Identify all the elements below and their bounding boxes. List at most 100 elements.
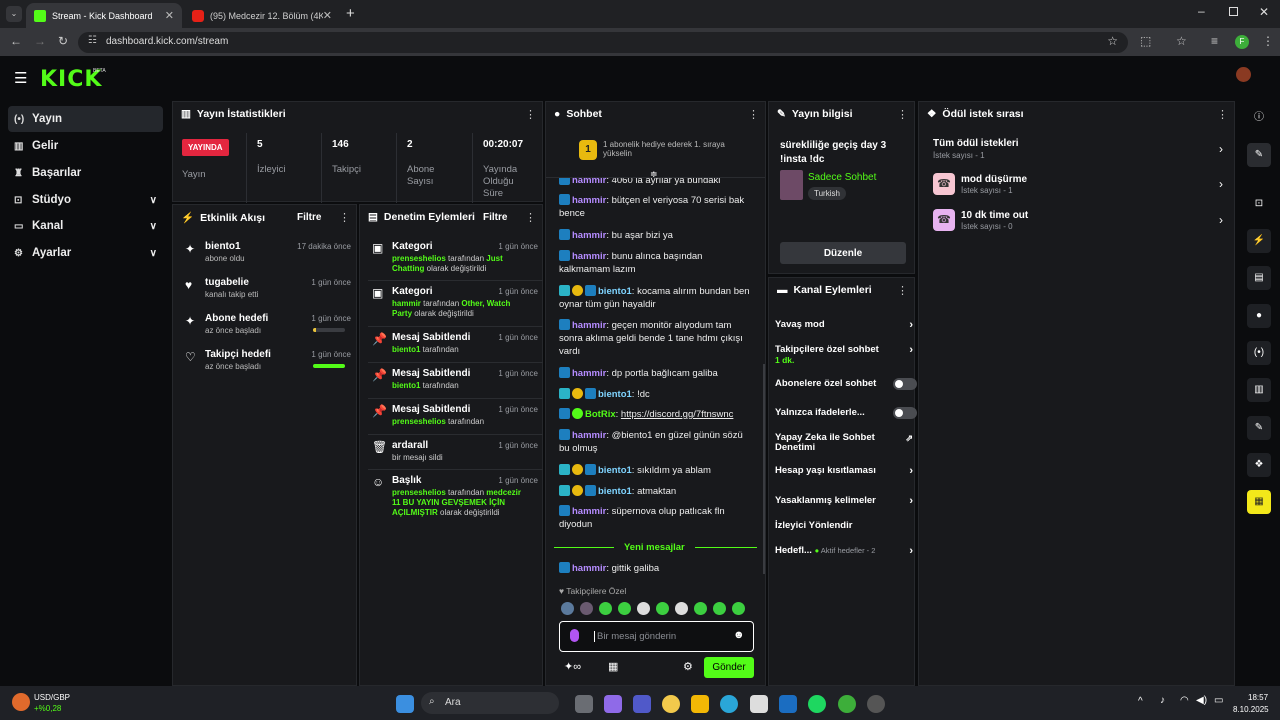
broadcast-icon[interactable]: (•) [1247, 341, 1271, 365]
chat-icon[interactable]: ● [1247, 304, 1271, 328]
chat-message[interactable]: biento1: sıkıldım ya ablam [559, 464, 754, 477]
category-thumbnail[interactable] [780, 170, 803, 200]
emote-icon[interactable] [599, 602, 612, 615]
activity-item[interactable]: ✦ biento1 abone oldu 17 dakika önce [181, 241, 351, 275]
document-icon[interactable]: ▤ [1247, 266, 1271, 290]
nav-ayarlar[interactable]: ⚙ Ayarlar ∨ [8, 240, 163, 266]
windows-start-icon[interactable] [396, 695, 414, 713]
panel-menu-icon[interactable]: ⋮ [339, 211, 350, 224]
reward-row[interactable]: ☎ mod düşürme İstek sayısı - 1 › [933, 173, 1223, 197]
copilot-icon[interactable] [604, 695, 622, 713]
gear-icon[interactable]: ⚙ [683, 660, 693, 673]
media-icon[interactable]: ≡ [1211, 34, 1218, 48]
send-button[interactable]: Gönder [704, 657, 754, 678]
emote-icon[interactable] [732, 602, 745, 615]
channel-action-row[interactable]: Yasaklanmış kelimeler › [775, 496, 913, 507]
weather-icon[interactable] [12, 693, 30, 711]
task-view-icon[interactable] [575, 695, 593, 713]
store-icon[interactable]: ▦ [608, 660, 618, 673]
teams-icon[interactable] [633, 695, 651, 713]
info-icon[interactable]: ⓘ [1247, 106, 1271, 130]
emote-icon[interactable] [694, 602, 707, 615]
emote-icon[interactable] [713, 602, 726, 615]
nav-yayin[interactable]: (•) Yayın [8, 106, 163, 132]
chat-message[interactable]: biento1: !dc [559, 388, 754, 401]
panel-menu-icon[interactable]: ⋮ [525, 108, 536, 121]
channel-action-row[interactable]: İzleyici Yönlendir [775, 521, 909, 531]
activity-item[interactable]: ♥ tugabelie kanalı takip etti 1 gün önce [181, 277, 351, 311]
close-tab-icon[interactable]: ✕ [165, 9, 174, 22]
category-name[interactable]: Sadece Sohbet [808, 172, 876, 183]
spotify-icon[interactable] [808, 695, 826, 713]
bookmarks-icon[interactable]: ☆ [1176, 34, 1187, 48]
wrench-icon[interactable]: ✎ [1247, 416, 1271, 440]
reload-icon[interactable]: ↻ [58, 34, 68, 48]
panel-menu-icon[interactable]: ⋮ [525, 211, 536, 224]
layout-icon[interactable]: ▥ [1247, 378, 1271, 402]
filter-button[interactable]: Filtre [483, 212, 507, 223]
emote-icon[interactable] [675, 602, 688, 615]
close-window-button[interactable]: ✕ [1259, 5, 1269, 19]
channel-action-row[interactable]: Yapay Zeka ile Sohbet Denetimi ⇗ [775, 433, 913, 453]
chat-message[interactable]: hammir: geçen monitör alıyodum tam sonra… [559, 319, 754, 358]
channel-action-row[interactable]: Takipçilere özel sohbet 1 dk. › [775, 345, 913, 366]
activity-item[interactable]: ✦ Abone hedefi az önce başladı 1 gün önce [181, 313, 351, 347]
sparkle-icon[interactable]: ✦∞ [564, 660, 581, 673]
chat-message[interactable]: hammir: süpernova olup patlıcak fln diyo… [559, 505, 754, 531]
panel-menu-icon[interactable]: ⋮ [897, 108, 908, 121]
channel-action-row[interactable]: Yavaş mod › [775, 320, 913, 331]
app-icon[interactable] [867, 695, 885, 713]
chrome-active-icon[interactable] [838, 695, 856, 713]
tab-search-button[interactable]: ⌄ [6, 6, 22, 22]
browser-menu-icon[interactable]: ⋮ [1262, 34, 1274, 48]
bookmark-star-icon[interactable]: ☆ [1107, 34, 1118, 48]
channel-action-row[interactable]: Yalnızca ifadelerle... [775, 407, 917, 419]
clapper-icon[interactable]: ▦ [1247, 490, 1271, 514]
chat-message[interactable]: hammir: 4060 la ayrılar ya bundaki [559, 178, 754, 187]
site-info-icon[interactable]: ☷ [88, 35, 97, 46]
chat-message[interactable]: BotRix: https://discord.gg/7ftnswnc [559, 408, 754, 421]
chrome-icon[interactable] [662, 695, 680, 713]
wifi-icon[interactable]: ◠ [1180, 695, 1189, 706]
forward-icon[interactable]: → [34, 34, 46, 48]
emote-icon[interactable] [637, 602, 650, 615]
chat-message[interactable]: hammir: bu aşar bizi ya [559, 229, 754, 242]
microphone-icon[interactable] [570, 629, 579, 642]
address-bar[interactable]: ☷ dashboard.kick.com/stream ☆ [78, 32, 1128, 53]
reward-icon[interactable]: ❖ [1247, 453, 1271, 477]
battery-icon[interactable]: ▭ [1214, 695, 1223, 706]
extension-icon[interactable]: ⬚ [1140, 34, 1151, 48]
volume-icon[interactable]: ◀) [1196, 695, 1207, 706]
minimize-button[interactable]: – [1198, 4, 1205, 18]
channel-action-row[interactable]: Hesap yaşı kısıtlaması › [775, 466, 913, 477]
close-tab-icon[interactable]: ✕ [323, 9, 332, 22]
panel-menu-icon[interactable]: ⋮ [1217, 108, 1228, 121]
chat-message[interactable]: hammir: dp portla bağlıcam galiba [559, 367, 754, 380]
nav-kanal[interactable]: ▭ Kanal ∨ [8, 213, 163, 239]
emoji-icon[interactable]: ☻ [733, 629, 745, 641]
emote-icon[interactable] [580, 602, 593, 615]
toggle-switch[interactable] [893, 407, 917, 419]
maximize-button[interactable] [1229, 7, 1238, 16]
edit-icon[interactable]: ✎ [1247, 143, 1271, 167]
new-messages-divider[interactable]: Yeni mesajlar [554, 542, 757, 554]
nav-studyo[interactable]: ⊡ Stüdyo ∨ [8, 187, 163, 213]
clock-date[interactable]: 8.10.2025 [1233, 705, 1269, 714]
store-icon[interactable] [750, 695, 768, 713]
taskbar-search[interactable]: ⌕ Ara [421, 692, 559, 714]
chat-message[interactable]: hammir: bunu alınca başından kalkmamam l… [559, 250, 754, 276]
all-rewards-row[interactable]: Tüm ödül istekleri İstek sayısı - 1 › [933, 138, 1223, 162]
emote-icon[interactable] [561, 602, 574, 615]
file-explorer-icon[interactable] [691, 695, 709, 713]
activity-item[interactable]: ♡ Takipçi hedefi az önce başladı 1 gün önce [181, 349, 351, 383]
chat-message[interactable]: biento1: atmaktan [559, 485, 754, 498]
channel-action-row[interactable]: Hedefl... ● Aktif hedefler - 2 › [775, 546, 913, 557]
toggle-switch[interactable] [893, 378, 917, 390]
bolt-icon[interactable]: ⚡ [1247, 229, 1271, 253]
profile-avatar[interactable]: F [1235, 35, 1249, 49]
tab-kick-dashboard[interactable]: Stream - Kick Dashboard ✕ [26, 3, 182, 28]
chat-message[interactable]: biento1: kocama alırım bundan ben oynar … [559, 285, 754, 311]
edge-icon[interactable] [720, 695, 738, 713]
user-avatar[interactable] [1236, 67, 1251, 82]
clock-time[interactable]: 18:57 [1248, 693, 1268, 702]
